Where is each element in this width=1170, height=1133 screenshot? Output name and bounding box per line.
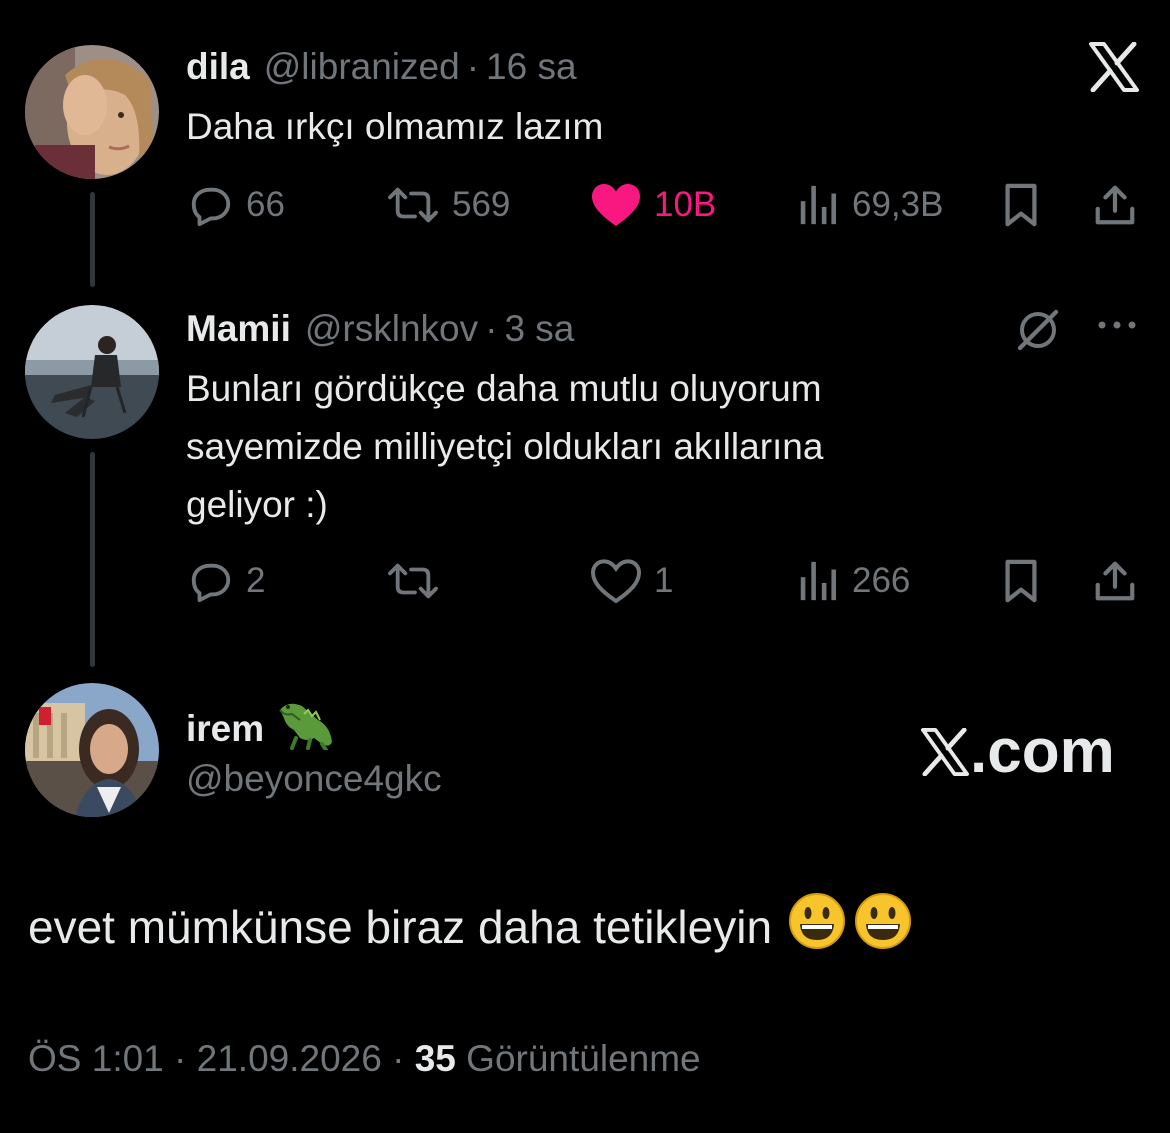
share-button[interactable]: [1092, 556, 1138, 606]
views-icon: [800, 561, 837, 601]
user-handle[interactable]: @rsklnkov: [305, 308, 478, 350]
tweet-irem[interactable]: irem @beyonce4gkc .com evet mümkünse bir…: [0, 680, 1170, 1133]
smiley-emoji-icon: [788, 892, 846, 961]
heart-icon: [592, 184, 640, 226]
bookmark-icon: [1005, 183, 1037, 227]
tweet-header: Mamii @rsklnkov · 3 sa: [186, 308, 574, 350]
tweet-text-line: sayemizde milliyetçi oldukları akılların…: [186, 426, 824, 467]
separator-dot: ·: [466, 46, 480, 87]
like-count: 1: [654, 561, 674, 600]
tweet-text: Daha ırkçı olmamız lazım: [186, 106, 604, 147]
x-logo-icon: [1088, 41, 1140, 97]
views-button[interactable]: 69,3B: [796, 180, 943, 230]
views-count: 69,3B: [852, 185, 944, 224]
watermark-text: .com: [970, 717, 1115, 786]
retweet-icon: [388, 187, 438, 223]
reply-icon: [191, 187, 231, 227]
bookmark-button[interactable]: [1000, 180, 1042, 230]
x-logo-icon: [921, 727, 969, 776]
tweet-actions: 66 569 10B 69,3B: [0, 180, 1170, 230]
display-name[interactable]: irem: [186, 698, 336, 759]
tweet-dila[interactable]: dila @libranized · 16 sa Daha ırkçı olma…: [0, 0, 1170, 300]
timestamp[interactable]: 3 sa: [504, 308, 574, 350]
tweet-mamii[interactable]: Mamii @rsklnkov · 3 sa Bunları gördükçe …: [0, 300, 1170, 680]
like-button[interactable]: 1: [590, 556, 673, 606]
crocodile-emoji-icon: [274, 698, 336, 759]
retweet-button[interactable]: 569: [386, 180, 510, 230]
separator-dot: ·: [485, 308, 498, 349]
heart-icon: [590, 559, 642, 604]
tweet-text-line: Bunları gördükçe daha mutlu oluyorum: [186, 368, 822, 409]
bookmark-button[interactable]: [1000, 556, 1042, 606]
smiley-emoji-icon: [854, 892, 912, 961]
tweet-header: dila @libranized · 16 sa: [186, 46, 577, 88]
more-icon[interactable]: [1096, 318, 1138, 337]
avatar-dila[interactable]: [25, 45, 159, 179]
user-handle[interactable]: @libranized: [264, 46, 460, 88]
display-name[interactable]: Mamii: [186, 308, 291, 350]
tweet-text: Bunları gördükçe daha mutlu oluyorum say…: [186, 360, 823, 534]
display-name[interactable]: dila: [186, 46, 250, 88]
tweet-text: evet mümkünse biraz daha tetikleyin: [28, 892, 912, 961]
reply-button[interactable]: 66: [188, 180, 285, 230]
bookmark-icon: [1005, 559, 1037, 603]
x-com-watermark: .com: [920, 716, 1115, 787]
tweet-text-line: geliyor :): [186, 484, 328, 525]
post-time[interactable]: ÖS 1:01: [28, 1038, 164, 1079]
reply-count: 66: [246, 185, 285, 224]
timestamp[interactable]: 16 sa: [486, 46, 577, 88]
share-button[interactable]: [1092, 180, 1138, 230]
reply-button[interactable]: 2: [188, 556, 265, 606]
user-handle[interactable]: @beyonce4gkc: [186, 758, 442, 800]
display-name-text: irem: [186, 707, 265, 749]
views-label: Görüntülenme: [466, 1038, 701, 1079]
grok-icon[interactable]: [1014, 306, 1062, 359]
avatar-irem[interactable]: [25, 683, 159, 817]
avatar-mamii[interactable]: [25, 305, 159, 439]
reply-count: 2: [246, 561, 266, 600]
share-icon: [1095, 561, 1135, 601]
retweet-button[interactable]: [386, 556, 440, 606]
like-button[interactable]: 10B: [590, 180, 716, 230]
reply-icon: [191, 563, 231, 603]
tweet-actions: 2 1 266: [0, 556, 1170, 606]
separator-dot: ·: [392, 1038, 405, 1079]
share-icon: [1095, 185, 1135, 225]
separator-dot: ·: [174, 1038, 187, 1079]
views-icon: [800, 185, 837, 225]
views-button[interactable]: 266: [796, 556, 910, 606]
views-count: 35: [414, 1038, 456, 1079]
retweet-count: 569: [452, 185, 511, 224]
retweet-icon: [388, 563, 438, 599]
views-count: 266: [852, 561, 911, 600]
post-date[interactable]: 21.09.2026: [197, 1038, 382, 1079]
tweet-text-content: evet mümkünse biraz daha tetikleyin: [28, 900, 773, 953]
tweet-footer: ÖS 1:01 · 21.09.2026 · 35 Görüntülenme: [28, 1038, 701, 1080]
like-count: 10B: [654, 185, 717, 224]
